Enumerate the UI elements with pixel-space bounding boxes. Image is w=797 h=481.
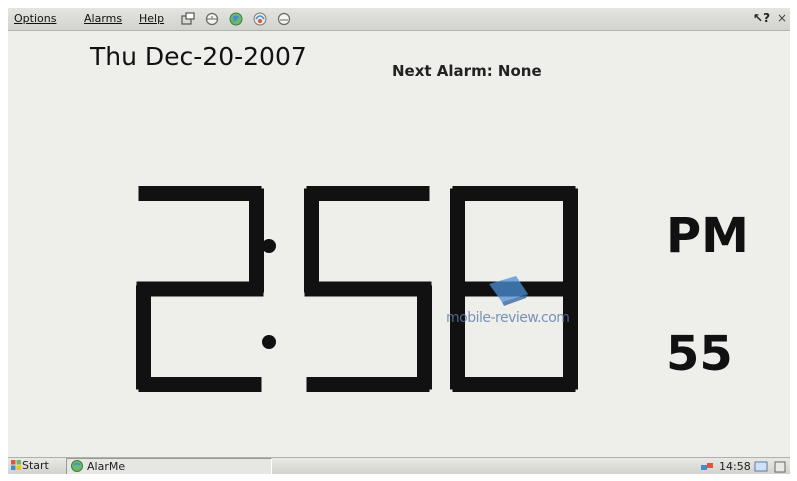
watermark: mobile-review.com: [446, 272, 576, 332]
help-mark: ?: [763, 11, 771, 25]
windows-flag-icon: [11, 460, 21, 470]
window-icon[interactable]: [180, 11, 196, 27]
alarme-window: Options Alarms Help ↖? × Thu Dec-20-2007…: [8, 8, 790, 474]
menu-bar: Options Alarms Help ↖? ×: [8, 8, 790, 31]
timer-icon[interactable]: [276, 11, 292, 27]
globe-icon[interactable]: [228, 11, 244, 27]
alarm-clock-icon[interactable]: [204, 11, 220, 27]
watermark-text: mobile-review.com: [446, 310, 570, 326]
network-icon[interactable]: [700, 460, 714, 474]
world-clock-icon[interactable]: [252, 11, 268, 27]
system-tray: 14:58: [696, 458, 790, 474]
start-button[interactable]: Start: [10, 459, 49, 472]
ampm-indicator: PM: [666, 208, 749, 264]
menu-help[interactable]: Help: [139, 12, 164, 25]
desktop-icon[interactable]: [754, 460, 768, 474]
colon-dot-bottom: [262, 335, 276, 349]
taskbar-item-label: AlarMe: [87, 460, 126, 473]
menu-options[interactable]: Options: [14, 12, 56, 25]
watermark-logo-icon: [489, 276, 528, 306]
taskbar-item-alarme[interactable]: AlarMe: [66, 458, 272, 474]
close-button[interactable]: ×: [777, 11, 787, 25]
menu-alarms[interactable]: Alarms: [84, 12, 122, 25]
next-alarm-label: Next Alarm: None: [392, 62, 542, 80]
seconds-display: 55: [666, 326, 733, 382]
keyboard-icon[interactable]: [774, 460, 786, 474]
time-minutes: 58: [8, 168, 10, 169]
colon-dot-top: [262, 239, 276, 253]
time-hours: 2: [8, 168, 9, 169]
taskbar: Start AlarMe 14:58: [8, 457, 790, 474]
date-display: Thu Dec-20-2007: [90, 42, 307, 71]
tray-clock[interactable]: 14:58: [719, 460, 751, 473]
start-label: Start: [22, 459, 49, 472]
help-pointer-button[interactable]: ↖?: [753, 11, 770, 25]
alarme-app-icon: [71, 460, 83, 472]
